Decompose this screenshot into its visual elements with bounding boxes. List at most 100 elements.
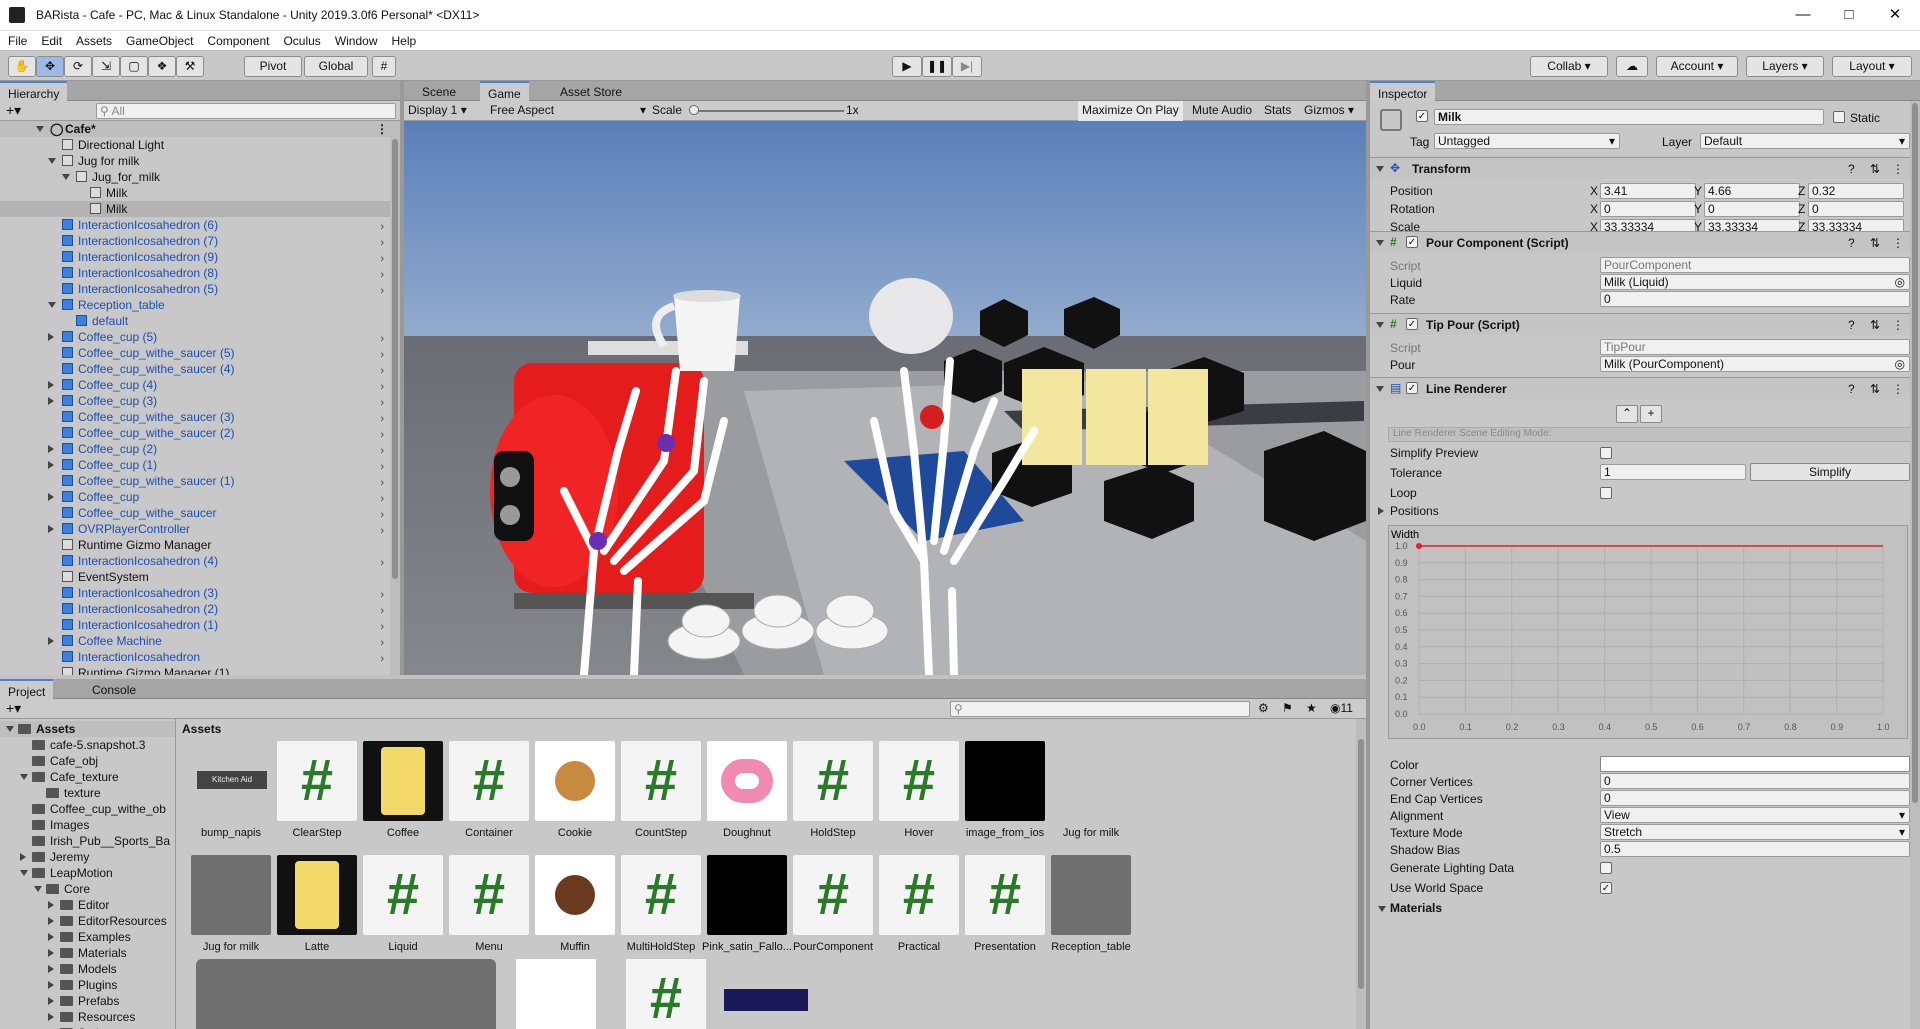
menu-assets[interactable]: Assets	[68, 31, 118, 48]
hierarchy-scroll-thumb[interactable]	[392, 139, 398, 579]
rate-input[interactable]: 0	[1600, 291, 1910, 307]
asset-item[interactable]: Coffee	[358, 741, 448, 839]
layout-dropdown[interactable]: Layout ▾	[1832, 56, 1912, 77]
hierarchy-item[interactable]: Reception_table	[0, 297, 390, 313]
project-folder-item[interactable]: Models	[0, 961, 175, 977]
transform-tool-icon[interactable]: ❖	[148, 56, 176, 77]
positions-row[interactable]: Positions	[1378, 504, 1439, 518]
hierarchy-item[interactable]: Milk	[0, 201, 390, 217]
materials-row[interactable]: Materials	[1378, 901, 1442, 915]
project-folder-item[interactable]: EditorResources	[0, 913, 175, 929]
alignment-dropdown[interactable]: View ▾	[1600, 807, 1910, 823]
preset-icon[interactable]: ⇅	[1870, 318, 1880, 332]
filter-label-icon[interactable]: ⚑	[1282, 701, 1293, 715]
simplify-button[interactable]: Simplify	[1750, 463, 1910, 481]
line-enabled-checkbox[interactable]: ✓	[1406, 382, 1418, 394]
fold-closed-icon[interactable]	[48, 917, 54, 925]
simplify-preview-checkbox[interactable]	[1600, 447, 1612, 459]
asset-item[interactable]: Reception_table	[1046, 855, 1136, 953]
maximize-on-play-button[interactable]: Maximize On Play	[1078, 101, 1183, 121]
scale-slider-thumb[interactable]	[689, 105, 699, 115]
fold-closed-icon[interactable]	[48, 493, 54, 501]
tip-enabled-checkbox[interactable]: ✓	[1406, 318, 1418, 330]
scene-root-row[interactable]: ◯ Cafe* ⋮	[0, 121, 390, 137]
rotate-tool-icon[interactable]: ⟳	[64, 56, 92, 77]
line-renderer-header[interactable]: ▤ ✓ Line Renderer ? ⇅ ⋮	[1370, 377, 1920, 399]
tip-script-field[interactable]: TipPour	[1600, 339, 1910, 355]
asset-item[interactable]: Kitchen Aid bump_napis	[186, 741, 276, 839]
project-folder-item[interactable]: Coffee_cup_withe_ob	[0, 801, 175, 817]
gizmos-button[interactable]: Gizmos ▾	[1300, 101, 1358, 121]
fold-open-icon[interactable]	[48, 302, 56, 308]
fold-closed-icon[interactable]	[48, 901, 54, 909]
layers-dropdown[interactable]: Layers ▾	[1746, 56, 1824, 77]
filter-type-icon[interactable]: ⚙	[1258, 701, 1269, 715]
fold-closed-icon[interactable]	[48, 525, 54, 533]
fold-closed-icon[interactable]	[48, 981, 54, 989]
minimize-icon[interactable]: —	[1780, 0, 1826, 31]
fold-closed-icon[interactable]	[20, 853, 26, 861]
hierarchy-item[interactable]: Jug_for_milk	[0, 169, 390, 185]
liquid-field[interactable]: Milk (Liquid) ◎	[1600, 274, 1910, 290]
fold-closed-icon[interactable]	[48, 933, 54, 941]
hierarchy-item[interactable]: default	[0, 313, 390, 329]
asset-thumb[interactable]	[724, 989, 808, 1011]
position-y-input[interactable]: 4.66	[1704, 183, 1800, 199]
hierarchy-item[interactable]: InteractionIcosahedron (8) ›	[0, 265, 390, 281]
fold-open-icon[interactable]	[20, 870, 28, 876]
menu-edit[interactable]: Edit	[33, 31, 68, 48]
hierarchy-item[interactable]: Coffee_cup_withe_saucer (3) ›	[0, 409, 390, 425]
mute-audio-button[interactable]: Mute Audio	[1188, 101, 1256, 121]
texture-mode-dropdown[interactable]: Stretch ▾	[1600, 824, 1910, 840]
inspector-scrollbar[interactable]	[1910, 101, 1920, 1029]
transform-header[interactable]: ✥ Transform ? ⇅ ⋮	[1370, 157, 1920, 179]
pour-enabled-checkbox[interactable]: ✓	[1406, 236, 1418, 248]
stats-button[interactable]: Stats	[1260, 101, 1295, 121]
fold-closed-icon[interactable]	[1378, 507, 1384, 515]
maximize-icon[interactable]: □	[1826, 0, 1872, 31]
hierarchy-item[interactable]: Coffee Machine ›	[0, 633, 390, 649]
tab-asset-store[interactable]: Asset Store	[552, 81, 630, 101]
aspect-dropdown[interactable]: Free Aspect ▾	[490, 103, 648, 117]
hand-tool-icon[interactable]: ✋	[8, 56, 36, 77]
fold-closed-icon[interactable]	[48, 997, 54, 1005]
pour-script-field[interactable]: PourComponent	[1600, 257, 1910, 273]
active-checkbox[interactable]: ✓	[1416, 110, 1428, 122]
tag-dropdown[interactable]: Untagged ▾	[1434, 133, 1620, 149]
component-menu-icon[interactable]: ⋮	[1892, 318, 1904, 332]
tip-pour-header[interactable]: # ✓ Tip Pour (Script) ? ⇅ ⋮	[1370, 313, 1920, 335]
hierarchy-item[interactable]: Coffee_cup (3) ›	[0, 393, 390, 409]
fold-open-icon[interactable]	[6, 726, 14, 732]
tip-pour-field[interactable]: Milk (PourComponent) ◎	[1600, 356, 1910, 372]
hierarchy-item[interactable]: InteractionIcosahedron (5) ›	[0, 281, 390, 297]
hierarchy-item[interactable]: Coffee_cup_withe_saucer ›	[0, 505, 390, 521]
fold-open-icon[interactable]	[48, 158, 56, 164]
prefab-group[interactable]	[196, 959, 496, 1029]
hierarchy-item[interactable]: Coffee_cup (5) ›	[0, 329, 390, 345]
hierarchy-search-input[interactable]: ⚲ All	[96, 103, 396, 119]
asset-item[interactable]: image_from_ios	[960, 741, 1050, 839]
hierarchy-item[interactable]: Milk	[0, 185, 390, 201]
game-viewport[interactable]	[404, 121, 1366, 675]
hierarchy-item[interactable]: Runtime Gizmo Manager (1)	[0, 665, 390, 675]
project-folder-item[interactable]: Jeremy	[0, 849, 175, 865]
asset-item[interactable]: Doughnut	[702, 741, 792, 839]
project-folder-item[interactable]: LeapMotion	[0, 865, 175, 881]
hierarchy-item[interactable]: EventSystem	[0, 569, 390, 585]
preset-icon[interactable]: ⇅	[1870, 236, 1880, 250]
asset-item[interactable]: Muffin	[530, 855, 620, 953]
hierarchy-item[interactable]: Coffee_cup_withe_saucer (5) ›	[0, 345, 390, 361]
scale-slider[interactable]	[692, 110, 844, 112]
hierarchy-item[interactable]: Coffee_cup (1) ›	[0, 457, 390, 473]
script-asset-icon[interactable]: #	[626, 959, 706, 1029]
hierarchy-item[interactable]: Coffee_cup_withe_saucer (2) ›	[0, 425, 390, 441]
tab-scene[interactable]: Scene	[414, 81, 464, 101]
favorite-icon[interactable]: ★	[1306, 701, 1317, 715]
asset-scroll-thumb[interactable]	[1358, 739, 1364, 989]
create-plus-icon[interactable]: +▾	[6, 700, 21, 717]
step-button[interactable]: ▶|	[952, 56, 982, 77]
hierarchy-item[interactable]: Coffee_cup (2) ›	[0, 441, 390, 457]
project-folder-item[interactable]: Prefabs	[0, 993, 175, 1009]
project-folder-item[interactable]: Editor	[0, 897, 175, 913]
asset-item[interactable]: Jug for milk	[1046, 741, 1136, 839]
